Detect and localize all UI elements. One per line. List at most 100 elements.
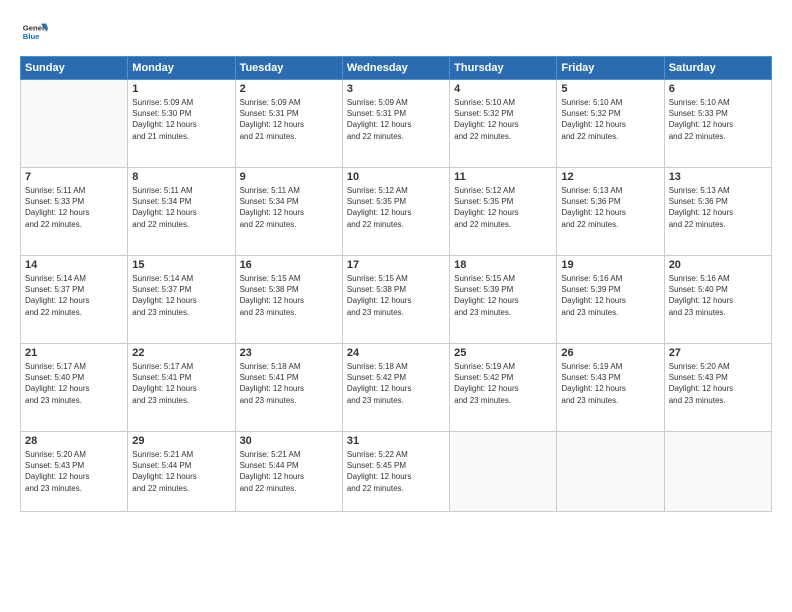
day-cell: 3Sunrise: 5:09 AMSunset: 5:31 PMDaylight… [342, 80, 449, 168]
day-cell: 30 Sunrise: 5:21 AMSunset: 5:44 PMDayligh… [235, 432, 342, 512]
day-number: 3 [347, 83, 445, 95]
day-cell: 22 Sunrise: 5:17 AMSunset: 5:41 PMDayligh… [128, 344, 235, 432]
day-number: 22 [132, 347, 230, 359]
week-row-5: 28 Sunrise: 5:20 AMSunset: 5:43 PMDayligh… [21, 432, 772, 512]
day-info: Sunrise: 5:09 AMSunset: 5:30 PMDaylight:… [132, 97, 230, 142]
svg-text:Blue: Blue [23, 32, 40, 41]
day-cell: 21 Sunrise: 5:17 AMSunset: 5:40 PMDayligh… [21, 344, 128, 432]
day-cell: 26Sunrise: 5:19 AMSunset: 5:43 PMDayligh… [557, 344, 664, 432]
day-info: Sunrise: 5:10 AMSunset: 5:32 PMDaylight:… [561, 97, 659, 142]
day-cell: 5Sunrise: 5:10 AMSunset: 5:32 PMDaylight… [557, 80, 664, 168]
day-info: Sunrise: 5:18 AMSunset: 5:42 PMDaylight:… [347, 361, 445, 406]
day-number: 16 [240, 259, 338, 271]
col-header-sunday: Sunday [21, 57, 128, 80]
day-number: 19 [561, 259, 659, 271]
day-cell: 4 Sunrise: 5:10 AMSunset: 5:32 PMDaylight… [450, 80, 557, 168]
day-number: 7 [25, 171, 123, 183]
day-cell: 24 Sunrise: 5:18 AMSunset: 5:42 PMDayligh… [342, 344, 449, 432]
day-cell: 17Sunrise: 5:15 AMSunset: 5:38 PMDayligh… [342, 256, 449, 344]
day-info: Sunrise: 5:19 AMSunset: 5:42 PMDaylight:… [454, 361, 552, 406]
day-cell: 2Sunrise: 5:09 AMSunset: 5:31 PMDaylight… [235, 80, 342, 168]
day-info: Sunrise: 5:10 AMSunset: 5:33 PMDaylight:… [669, 97, 767, 142]
day-number: 13 [669, 171, 767, 183]
logo-icon: General Blue [20, 18, 48, 46]
day-cell: 29 Sunrise: 5:21 AMSunset: 5:44 PMDayligh… [128, 432, 235, 512]
day-info: Sunrise: 5:18 AMSunset: 5:41 PMDaylight:… [240, 361, 338, 406]
day-info: Sunrise: 5:16 AMSunset: 5:40 PMDaylight:… [669, 273, 767, 318]
day-number: 21 [25, 347, 123, 359]
day-info: Sunrise: 5:11 AMSunset: 5:33 PMDaylight:… [25, 185, 123, 230]
day-number: 1 [132, 83, 230, 95]
day-number: 24 [347, 347, 445, 359]
col-header-monday: Monday [128, 57, 235, 80]
day-number: 8 [132, 171, 230, 183]
day-info: Sunrise: 5:12 AMSunset: 5:35 PMDaylight:… [347, 185, 445, 230]
col-header-friday: Friday [557, 57, 664, 80]
week-row-1: 1 Sunrise: 5:09 AMSunset: 5:30 PMDaylight… [21, 80, 772, 168]
day-number: 28 [25, 435, 123, 447]
day-number: 15 [132, 259, 230, 271]
col-header-wednesday: Wednesday [342, 57, 449, 80]
day-cell: 19Sunrise: 5:16 AMSunset: 5:39 PMDayligh… [557, 256, 664, 344]
col-header-saturday: Saturday [664, 57, 771, 80]
day-cell [557, 432, 664, 512]
day-cell: 15 Sunrise: 5:14 AMSunset: 5:37 PMDayligh… [128, 256, 235, 344]
day-info: Sunrise: 5:13 AMSunset: 5:36 PMDaylight:… [561, 185, 659, 230]
day-info: Sunrise: 5:21 AMSunset: 5:44 PMDaylight:… [132, 449, 230, 494]
day-info: Sunrise: 5:20 AMSunset: 5:43 PMDaylight:… [669, 361, 767, 406]
day-number: 18 [454, 259, 552, 271]
day-info: Sunrise: 5:13 AMSunset: 5:36 PMDaylight:… [669, 185, 767, 230]
week-row-3: 14 Sunrise: 5:14 AMSunset: 5:37 PMDayligh… [21, 256, 772, 344]
day-number: 10 [347, 171, 445, 183]
day-cell: 8 Sunrise: 5:11 AMSunset: 5:34 PMDaylight… [128, 168, 235, 256]
day-number: 20 [669, 259, 767, 271]
day-info: Sunrise: 5:14 AMSunset: 5:37 PMDaylight:… [132, 273, 230, 318]
day-cell: 25 Sunrise: 5:19 AMSunset: 5:42 PMDayligh… [450, 344, 557, 432]
day-info: Sunrise: 5:20 AMSunset: 5:43 PMDaylight:… [25, 449, 123, 494]
day-number: 2 [240, 83, 338, 95]
day-cell [450, 432, 557, 512]
day-cell: 31 Sunrise: 5:22 AMSunset: 5:45 PMDayligh… [342, 432, 449, 512]
header: General Blue [20, 18, 772, 46]
header-row: SundayMondayTuesdayWednesdayThursdayFrid… [21, 57, 772, 80]
day-cell [21, 80, 128, 168]
day-number: 9 [240, 171, 338, 183]
day-number: 31 [347, 435, 445, 447]
day-cell: 13 Sunrise: 5:13 AMSunset: 5:36 PMDayligh… [664, 168, 771, 256]
day-info: Sunrise: 5:11 AMSunset: 5:34 PMDaylight:… [240, 185, 338, 230]
day-info: Sunrise: 5:17 AMSunset: 5:40 PMDaylight:… [25, 361, 123, 406]
day-cell: 20 Sunrise: 5:16 AMSunset: 5:40 PMDayligh… [664, 256, 771, 344]
day-number: 6 [669, 83, 767, 95]
day-number: 30 [240, 435, 338, 447]
day-cell: 16Sunrise: 5:15 AMSunset: 5:38 PMDayligh… [235, 256, 342, 344]
day-number: 27 [669, 347, 767, 359]
day-cell [664, 432, 771, 512]
logo: General Blue [20, 18, 52, 46]
week-row-4: 21 Sunrise: 5:17 AMSunset: 5:40 PMDayligh… [21, 344, 772, 432]
day-info: Sunrise: 5:19 AMSunset: 5:43 PMDaylight:… [561, 361, 659, 406]
day-number: 4 [454, 83, 552, 95]
day-cell: 6 Sunrise: 5:10 AMSunset: 5:33 PMDaylight… [664, 80, 771, 168]
day-cell: 27 Sunrise: 5:20 AMSunset: 5:43 PMDayligh… [664, 344, 771, 432]
calendar-table: SundayMondayTuesdayWednesdayThursdayFrid… [20, 56, 772, 512]
day-number: 25 [454, 347, 552, 359]
day-info: Sunrise: 5:10 AMSunset: 5:32 PMDaylight:… [454, 97, 552, 142]
day-info: Sunrise: 5:21 AMSunset: 5:44 PMDaylight:… [240, 449, 338, 494]
day-cell: 11Sunrise: 5:12 AMSunset: 5:35 PMDayligh… [450, 168, 557, 256]
day-number: 29 [132, 435, 230, 447]
day-info: Sunrise: 5:22 AMSunset: 5:45 PMDaylight:… [347, 449, 445, 494]
day-cell: 1 Sunrise: 5:09 AMSunset: 5:30 PMDaylight… [128, 80, 235, 168]
day-info: Sunrise: 5:11 AMSunset: 5:34 PMDaylight:… [132, 185, 230, 230]
day-cell: 28 Sunrise: 5:20 AMSunset: 5:43 PMDayligh… [21, 432, 128, 512]
page: General Blue SundayMondayTuesdayWednesda… [0, 0, 792, 612]
day-number: 14 [25, 259, 123, 271]
day-cell: 10 Sunrise: 5:12 AMSunset: 5:35 PMDayligh… [342, 168, 449, 256]
day-info: Sunrise: 5:15 AMSunset: 5:39 PMDaylight:… [454, 273, 552, 318]
day-info: Sunrise: 5:17 AMSunset: 5:41 PMDaylight:… [132, 361, 230, 406]
day-cell: 9 Sunrise: 5:11 AMSunset: 5:34 PMDaylight… [235, 168, 342, 256]
day-cell: 12Sunrise: 5:13 AMSunset: 5:36 PMDayligh… [557, 168, 664, 256]
day-cell: 14 Sunrise: 5:14 AMSunset: 5:37 PMDayligh… [21, 256, 128, 344]
day-info: Sunrise: 5:14 AMSunset: 5:37 PMDaylight:… [25, 273, 123, 318]
day-cell: 18 Sunrise: 5:15 AMSunset: 5:39 PMDayligh… [450, 256, 557, 344]
day-number: 11 [454, 171, 552, 183]
